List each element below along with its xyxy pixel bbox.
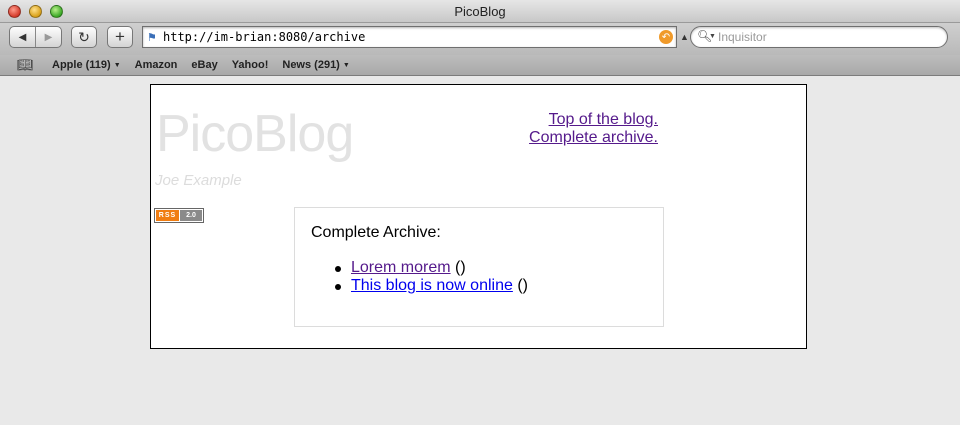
back-button[interactable]: ◀ [10,27,35,47]
rss-badge-label: RSS [156,210,179,221]
window-titlebar: PicoBlog [0,0,960,23]
bookmark-news[interactable]: News (291) ▼ [282,59,349,71]
blog-author: Joe Example [155,172,242,189]
reload-icon: ↻ [78,28,90,45]
post-meta: () [450,259,466,276]
add-bookmark-button[interactable]: + [107,26,133,48]
bookmarks-book-icon[interactable]: 📖︎ [17,57,34,73]
rss-badge-version: 2.0 [180,210,202,221]
bookmark-apple[interactable]: Apple (119) ▼ [52,59,121,71]
list-item: This blog is now online () [335,277,528,295]
bookmark-yahoo[interactable]: Yahoo! [232,59,269,71]
bookmarks-list: Apple (119) ▼ Amazon eBay Yahoo! News (29… [52,59,350,71]
search-input[interactable] [718,29,938,45]
archive-panel: Complete Archive: Lorem morem () This bl… [294,207,664,327]
page-favicon-icon: ⚑ [147,32,157,44]
reload-button[interactable]: ↻ [71,26,97,48]
window-title: PicoBlog [454,4,506,19]
blog-title: PicoBlog [156,105,354,163]
post-link[interactable]: This blog is now online [351,277,513,294]
blog-page: PicoBlog Joe Example Top of the blog. Co… [150,84,807,349]
complete-archive-link[interactable]: Complete archive. [529,129,658,147]
plus-icon: + [115,27,125,46]
blog-nav-links: Top of the blog. Complete archive. [529,111,658,147]
top-of-blog-link[interactable]: Top of the blog. [529,111,658,129]
chevron-down-icon: ▼ [342,62,350,69]
chevron-down-icon: ▼ [113,62,121,69]
browser-toolbar: ◀ ▶ ↻ + ⚑ http://im-brian:8080/archive ↶… [0,23,960,55]
address-bar[interactable]: ⚑ http://im-brian:8080/archive ↶ [142,26,677,48]
bookmark-ebay[interactable]: eBay [191,59,217,71]
bookmarks-bar: 📖︎ Apple (119) ▼ Amazon eBay Yahoo! News … [0,55,960,76]
post-meta: () [512,277,528,294]
page-viewport[interactable]: PicoBlog Joe Example Top of the blog. Co… [0,77,960,425]
address-history-caret-icon[interactable]: ▲ [680,32,689,42]
rss-feed-badge[interactable]: RSS 2.0 [154,208,204,223]
bookmark-amazon[interactable]: Amazon [135,59,178,71]
archive-heading: Complete Archive: [311,224,441,241]
search-dropdown-icon[interactable]: ▼ [709,33,716,40]
forward-button[interactable]: ▶ [35,27,61,47]
address-text[interactable]: http://im-brian:8080/archive [163,30,365,44]
list-item: Lorem morem () [335,259,528,277]
back-forward-control: ◀ ▶ [9,26,62,48]
archive-post-list: Lorem morem () This blog is now online (… [335,259,528,295]
search-field[interactable]: 🔍︎ ▼ [690,26,948,48]
snapback-button[interactable]: ↶ [659,30,673,44]
post-link[interactable]: Lorem morem [351,259,451,276]
